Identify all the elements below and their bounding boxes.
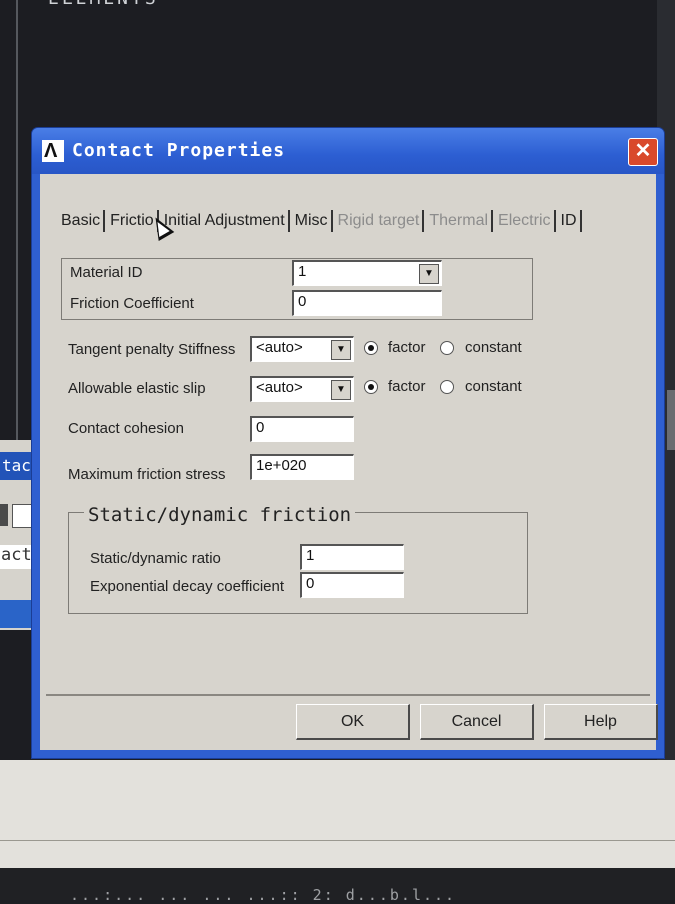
title-bar[interactable]: Λ Contact Properties ✕ (32, 128, 664, 174)
tangent-stiffness-label: Tangent penalty Stiffness (68, 341, 236, 358)
tab-thermal[interactable]: Thermal (426, 210, 494, 232)
chevron-down-icon[interactable]: ▼ (419, 264, 439, 284)
tangent-constant-label: constant (465, 339, 522, 356)
button-separator (46, 694, 650, 696)
decay-coefficient-input[interactable]: 0 (300, 572, 404, 598)
decay-coefficient-label: Exponential decay coefficient (90, 578, 285, 595)
tab-strip: Basic Frictio Initial Adjustment Misc Rigid … (58, 210, 584, 238)
ok-button[interactable]: OK (296, 704, 410, 740)
max-friction-stress-input[interactable]: 1e+020 (250, 454, 354, 480)
tab-rigid-target[interactable]: Rigid target (335, 210, 425, 232)
tangent-constant-radio[interactable] (440, 341, 454, 355)
slip-constant-label: constant (465, 378, 522, 395)
material-id-dropdown[interactable]: 1 ▼ (292, 260, 442, 286)
background-heading: ELEMENTS (48, 0, 159, 9)
tangent-stiffness-dropdown[interactable]: <auto> ▼ (250, 336, 354, 362)
material-id-value: 1 (298, 263, 307, 280)
slip-factor-radio[interactable] (364, 380, 378, 394)
window-title: Contact Properties (72, 140, 286, 161)
help-button[interactable]: Help (544, 704, 658, 740)
chevron-down-icon[interactable]: ▼ (331, 380, 351, 400)
cancel-button[interactable]: Cancel (420, 704, 534, 740)
contact-cohesion-label: Contact cohesion (68, 420, 184, 437)
material-id-label: Material ID (70, 264, 143, 281)
slip-constant-radio[interactable] (440, 380, 454, 394)
tab-initial-adjustment[interactable]: Initial Adjustment (161, 210, 290, 232)
close-icon[interactable]: ✕ (628, 138, 658, 166)
background-divider (16, 0, 18, 440)
background-command-text: ...:... ... ... ...:: 2: d...b.l... (70, 886, 457, 904)
tangent-factor-label: factor (388, 339, 426, 356)
friction-coefficient-input[interactable]: 0 (292, 290, 442, 316)
tab-id[interactable]: ID (558, 210, 582, 232)
tab-electric[interactable]: Electric (495, 210, 556, 232)
contact-cohesion-input[interactable]: 0 (250, 416, 354, 442)
slip-factor-label: factor (388, 378, 426, 395)
elastic-slip-dropdown[interactable]: <auto> ▼ (250, 376, 354, 402)
ansys-logo-icon: Λ (42, 140, 64, 162)
tangent-factor-radio[interactable] (364, 341, 378, 355)
chevron-down-icon[interactable]: ▼ (331, 340, 351, 360)
static-dynamic-ratio-label: Static/dynamic ratio (90, 550, 221, 567)
tangent-stiffness-value: <auto> (256, 339, 303, 356)
background-lower-divider (0, 840, 675, 841)
background-toolbar-icon[interactable] (0, 504, 8, 526)
elastic-slip-value: <auto> (256, 379, 303, 396)
tab-basic[interactable]: Basic (58, 210, 106, 232)
static-dynamic-title: Static/dynamic friction (84, 504, 356, 526)
contact-properties-window: Λ Contact Properties ✕ Basic Frictio Initi… (32, 128, 664, 758)
tab-misc[interactable]: Misc (292, 210, 333, 232)
max-friction-stress-label: Maximum friction stress (68, 466, 226, 483)
elastic-slip-label: Allowable elastic slip (68, 380, 206, 397)
friction-coefficient-label: Friction Coefficient (70, 295, 194, 312)
background-scrollbar[interactable] (667, 390, 675, 450)
static-dynamic-ratio-input[interactable]: 1 (300, 544, 404, 570)
dialog-body: Basic Frictio Initial Adjustment Misc Rigid … (40, 174, 658, 750)
